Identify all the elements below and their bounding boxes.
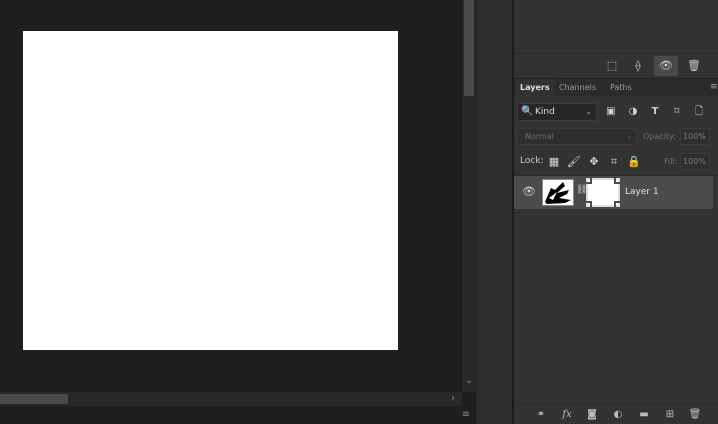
layer-name[interactable]: Layer 1 bbox=[625, 187, 659, 197]
lock-label: Lock: bbox=[520, 156, 544, 166]
pixel-filter-icon[interactable]: ▣ bbox=[603, 104, 619, 120]
tab-channels[interactable]: Channels bbox=[555, 79, 600, 96]
tab-layers[interactable]: Layers bbox=[516, 79, 554, 96]
status-bar: ≡ bbox=[0, 406, 476, 424]
layer-row[interactable]: 👁 ⛓ Layer 1 bbox=[514, 176, 713, 209]
opacity-label: Opacity: bbox=[643, 132, 676, 141]
lock-position-icon[interactable]: ✥ bbox=[586, 154, 602, 170]
filter-kind-select[interactable]: 🔍 Kind ⌄ bbox=[517, 103, 597, 121]
document-canvas[interactable] bbox=[23, 31, 398, 350]
filter-kind-label: Kind bbox=[535, 107, 555, 117]
vertical-scroll-thumb[interactable] bbox=[464, 0, 474, 96]
layer-mask-thumbnail[interactable] bbox=[586, 178, 620, 207]
panel-column: ⬚ ⟠ 👁 🗑 Layers Channels Paths ≡ 🔍 Kind ⌄… bbox=[514, 0, 718, 424]
smart-object-filter-icon[interactable]: 🗋 bbox=[691, 104, 707, 120]
fill-label: Fill: bbox=[664, 157, 678, 166]
layer-thumbnail-image bbox=[543, 180, 573, 205]
scroll-down-icon[interactable]: ⌄ bbox=[462, 374, 476, 388]
lock-all-icon[interactable]: 🔒 bbox=[626, 154, 642, 170]
adjustment-filter-icon[interactable]: ◑ bbox=[625, 104, 641, 120]
mask-corner bbox=[614, 201, 620, 207]
eye-icon[interactable]: 👁 bbox=[654, 56, 678, 76]
layer-filter-row: 🔍 Kind ⌄ ▣ ◑ T ⌑ 🗋 bbox=[514, 101, 718, 123]
panel-menu-icon[interactable]: ≡ bbox=[710, 79, 718, 96]
opacity-field[interactable]: 100% bbox=[680, 128, 710, 145]
scroll-right-icon[interactable]: › bbox=[446, 392, 460, 406]
blend-mode-value: Normal bbox=[525, 132, 554, 141]
mask-corner bbox=[614, 178, 620, 184]
horizontal-scroll-thumb[interactable] bbox=[0, 394, 68, 404]
new-group-icon[interactable]: ▬ bbox=[636, 408, 652, 422]
link-layers-icon[interactable]: ⚭ bbox=[533, 408, 549, 422]
chevron-down-icon: ⌄ bbox=[585, 107, 592, 116]
transform-icon[interactable]: ⟠ bbox=[630, 58, 646, 74]
add-mask-icon[interactable]: ◙ bbox=[584, 408, 600, 422]
vertical-scrollbar[interactable]: ⌄ bbox=[462, 0, 476, 392]
mask-corner bbox=[586, 201, 592, 207]
blend-mode-select[interactable]: Normal ⌄ bbox=[517, 128, 637, 145]
upper-panel bbox=[514, 0, 718, 54]
adjustment-layer-icon[interactable]: ◐ bbox=[610, 408, 626, 422]
blend-row: Normal ⌄ Opacity: 100% bbox=[514, 127, 718, 147]
new-layer-icon[interactable]: ⊞ bbox=[662, 408, 678, 422]
shape-filter-icon[interactable]: ⌑ bbox=[669, 104, 685, 120]
lock-row: Lock: ▦ 🖌 ✥ ⌗ 🔒 Fill: 100% bbox=[514, 151, 718, 173]
upper-panel-toolbar: ⬚ ⟠ 👁 🗑 bbox=[514, 54, 718, 78]
lock-image-pixels-icon[interactable]: 🖌 bbox=[566, 154, 582, 170]
mask-corner bbox=[586, 178, 592, 184]
trash-icon[interactable]: 🗑 bbox=[686, 58, 702, 74]
layers-panel-footer: ⚭ fx ◙ ◐ ▬ ⊞ 🗑 bbox=[514, 404, 718, 424]
layer-visibility-eye-icon[interactable]: 👁 bbox=[522, 186, 536, 198]
delete-layer-icon[interactable]: 🗑 bbox=[687, 408, 703, 422]
fx-icon[interactable]: fx bbox=[559, 408, 575, 422]
status-menu-icon[interactable]: ≡ bbox=[460, 409, 472, 421]
chevron-down-icon: ⌄ bbox=[626, 132, 632, 140]
panel-dock-strip bbox=[476, 0, 513, 424]
lock-artboard-icon[interactable]: ⌗ bbox=[606, 154, 622, 170]
layer-thumbnail[interactable] bbox=[542, 179, 574, 206]
type-filter-icon[interactable]: T bbox=[647, 104, 663, 120]
fill-field[interactable]: 100% bbox=[680, 153, 710, 170]
marquee-select-icon[interactable]: ⬚ bbox=[604, 58, 620, 74]
canvas-area[interactable] bbox=[0, 0, 462, 392]
lock-transparent-pixels-icon[interactable]: ▦ bbox=[546, 154, 562, 170]
layers-panel-tabs: Layers Channels Paths ≡ bbox=[514, 79, 718, 96]
horizontal-scrollbar[interactable]: › bbox=[0, 392, 462, 406]
tab-paths[interactable]: Paths bbox=[606, 79, 636, 96]
search-icon: 🔍 bbox=[521, 106, 534, 117]
